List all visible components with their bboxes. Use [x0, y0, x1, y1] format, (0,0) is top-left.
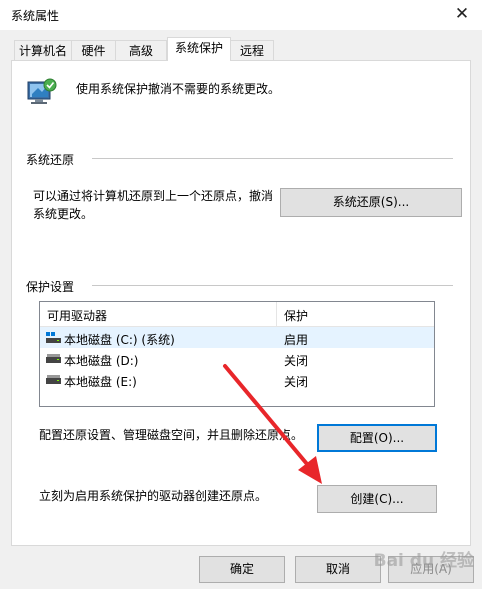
- annotation-arrow: [223, 364, 322, 484]
- ok-button[interactable]: 确定: [199, 556, 285, 583]
- cancel-button[interactable]: 取消: [295, 556, 381, 583]
- watermark-logo: Bai du 经验: [373, 551, 474, 571]
- tab-system-protection[interactable]: 系统保护: [167, 37, 231, 61]
